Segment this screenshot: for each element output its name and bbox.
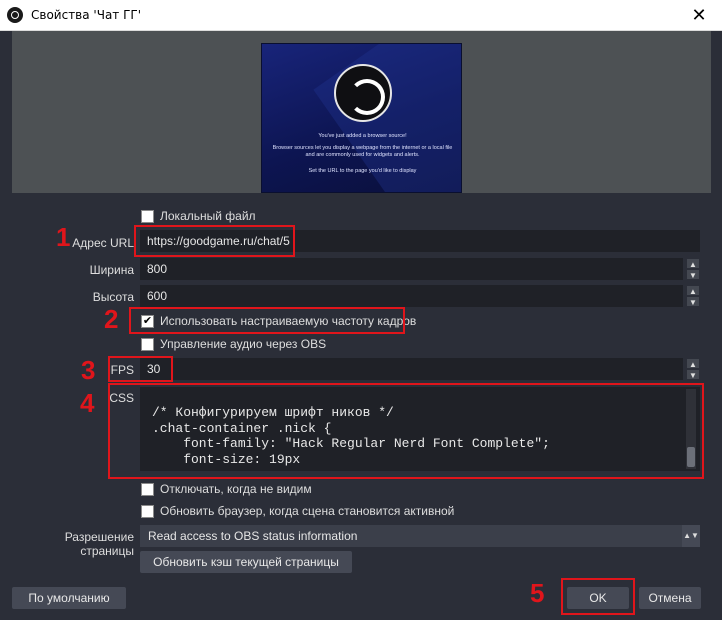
annotation-box-ok xyxy=(561,578,635,615)
close-icon[interactable]: ✕ xyxy=(676,0,722,31)
url-label: Адрес URL xyxy=(72,236,134,250)
width-label: Ширина xyxy=(89,263,134,277)
local-file-checkbox[interactable]: Локальный файл xyxy=(141,209,256,223)
audio-control-checkbox[interactable]: Управление аудио через OBS xyxy=(141,337,326,351)
cancel-button[interactable]: Отмена xyxy=(639,587,701,609)
local-file-label: Локальный файл xyxy=(160,209,256,223)
height-spinner[interactable]: ▲ ▼ xyxy=(686,285,700,307)
permissions-label: Разрешение страницы xyxy=(64,530,134,558)
annotation-number-5: 5 xyxy=(530,578,545,608)
refresh-label: Обновить браузер, когда сцена становится… xyxy=(160,504,455,518)
window-title: Свойства 'Чат ГГ' xyxy=(31,8,142,22)
width-input[interactable]: 800 xyxy=(140,258,683,280)
browser-preview-image: You've just added a browser source! Brow… xyxy=(261,43,462,193)
defaults-button[interactable]: По умолчанию xyxy=(12,587,126,609)
height-input[interactable]: 600 xyxy=(140,285,683,307)
audio-control-label: Управление аудио через OBS xyxy=(160,337,327,351)
refresh-on-activate-checkbox[interactable]: Обновить браузер, когда сцена становится… xyxy=(141,504,454,518)
fps-input[interactable]: 30 xyxy=(140,358,683,380)
spin-down-icon[interactable]: ▼ xyxy=(686,296,700,307)
refresh-box[interactable] xyxy=(141,504,154,518)
obs-logo-icon xyxy=(334,64,392,122)
permissions-select[interactable]: Read access to OBS status information ▲▼ xyxy=(140,525,700,547)
annotation-box-css xyxy=(108,383,704,479)
spin-up-icon[interactable]: ▲ xyxy=(686,258,700,269)
annotation-number-4: 4 xyxy=(80,388,95,418)
spin-down-icon[interactable]: ▼ xyxy=(686,369,700,380)
annotation-box-url xyxy=(134,225,295,257)
audio-control-box[interactable] xyxy=(141,337,154,351)
width-spinner[interactable]: ▲ ▼ xyxy=(686,258,700,280)
refresh-cache-button[interactable]: Обновить кэш текущей страницы xyxy=(140,551,352,573)
preview-text-1: You've just added a browser source! xyxy=(318,133,407,139)
spin-up-icon[interactable]: ▲ xyxy=(686,358,700,369)
annotation-number-3: 3 xyxy=(81,355,96,385)
permissions-value: Read access to OBS status information xyxy=(148,529,358,543)
browser-preview-area: You've just added a browser source! Brow… xyxy=(12,31,711,193)
fps-spinner[interactable]: ▲ ▼ xyxy=(686,358,700,380)
obs-app-icon xyxy=(7,7,23,23)
shutdown-box[interactable] xyxy=(141,482,154,496)
shutdown-label: Отключать, когда не видим xyxy=(160,482,312,496)
annotation-box-fps-checkbox xyxy=(129,307,405,334)
annotation-box-fps xyxy=(108,356,173,382)
annotation-number-1: 1 xyxy=(56,222,71,252)
spin-down-icon[interactable]: ▼ xyxy=(686,269,700,280)
title-bar: Свойства 'Чат ГГ' ✕ xyxy=(0,0,722,31)
preview-text-3: Set the URL to the page you'd like to di… xyxy=(308,168,417,174)
height-label: Высота xyxy=(92,290,134,304)
shutdown-when-hidden-checkbox[interactable]: Отключать, когда не видим xyxy=(141,482,312,496)
annotation-number-2: 2 xyxy=(104,304,119,334)
local-file-box[interactable] xyxy=(141,209,154,223)
spin-up-icon[interactable]: ▲ xyxy=(686,285,700,296)
preview-text-2: Browser sources let you display a webpag… xyxy=(272,145,453,158)
dropdown-icon[interactable]: ▲▼ xyxy=(682,525,700,547)
